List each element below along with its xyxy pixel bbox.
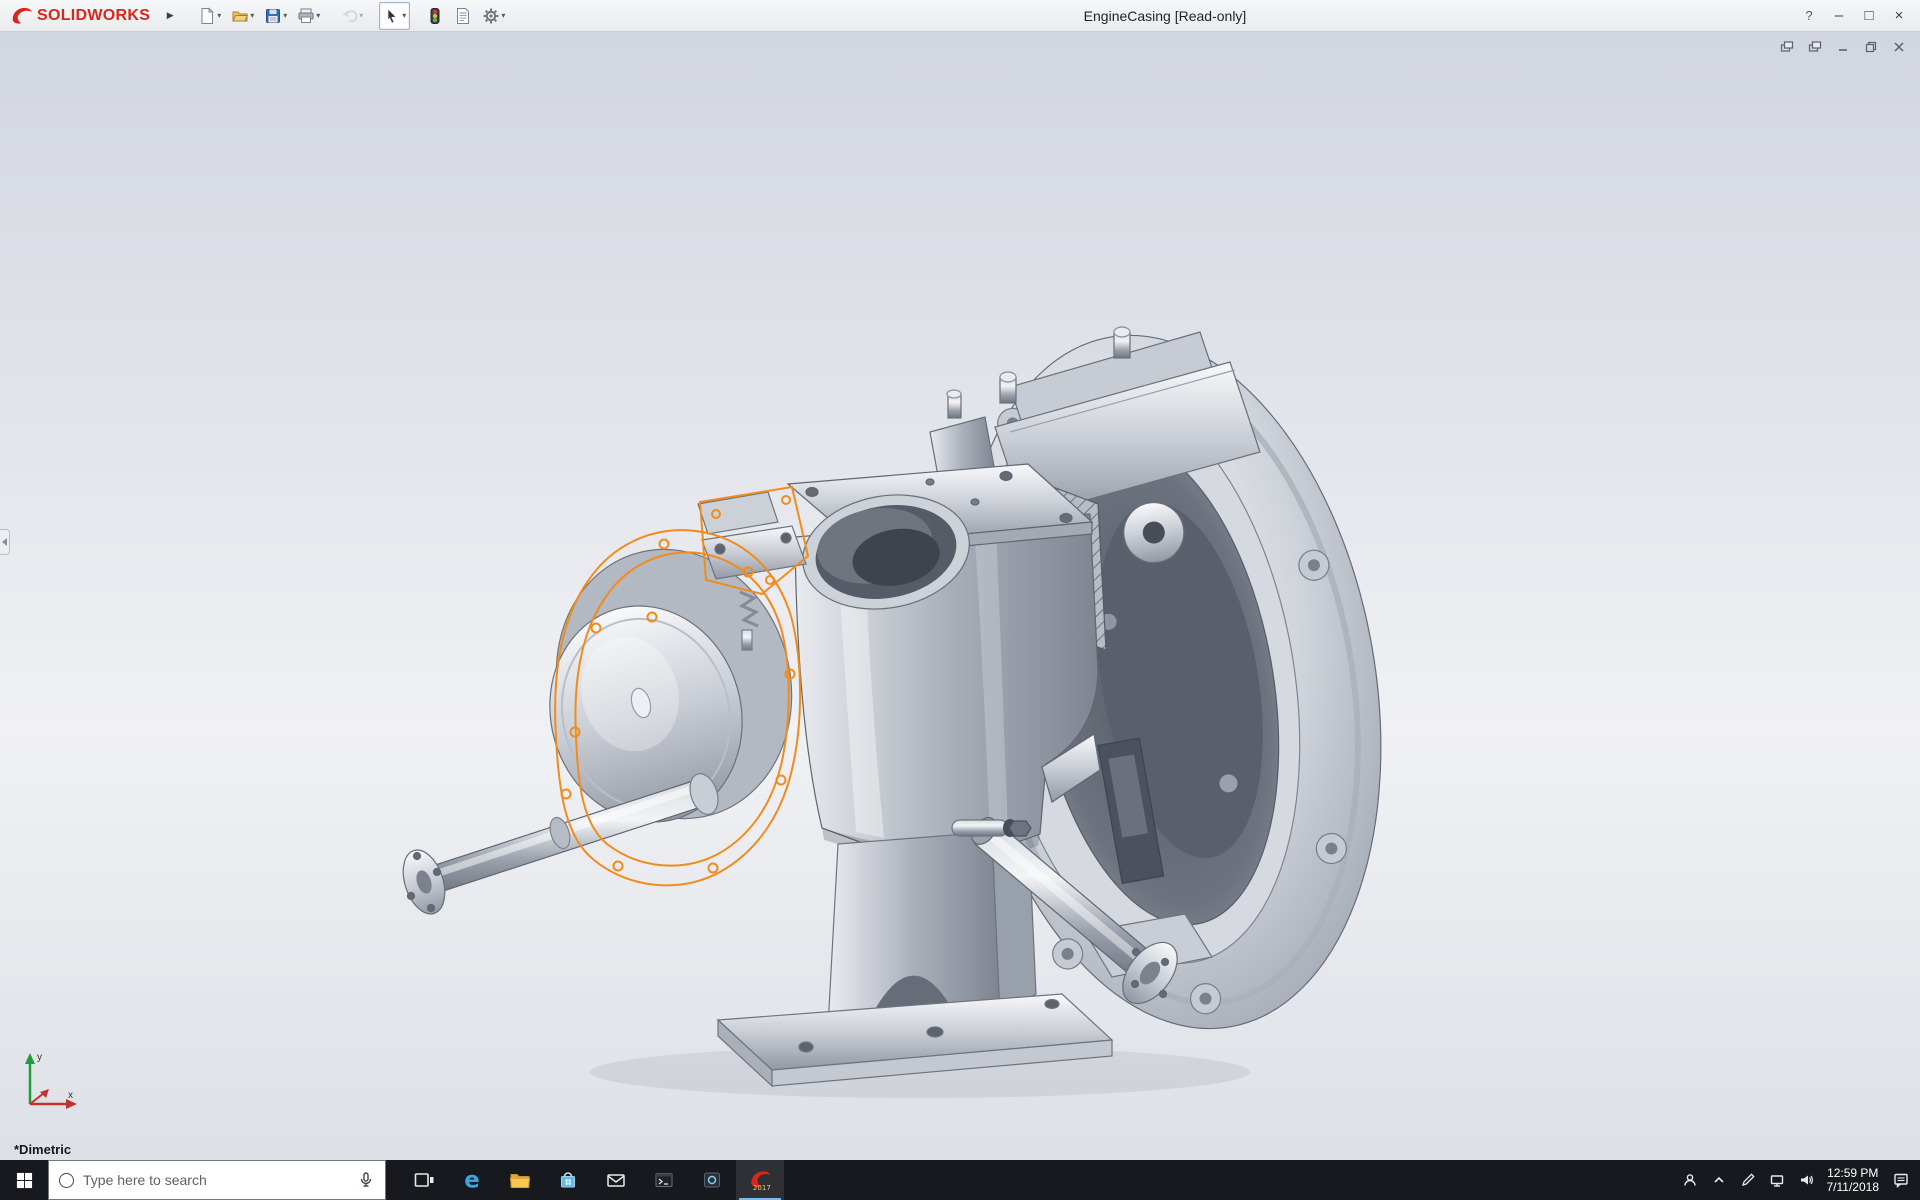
file-properties-icon <box>454 7 472 25</box>
rebuild-button[interactable] <box>422 2 448 30</box>
search-ring-icon <box>59 1173 74 1188</box>
rebuild-stoplight-icon <box>426 7 444 25</box>
dropdown-caret-icon[interactable]: ▾ <box>359 11 363 20</box>
file-explorer-button[interactable] <box>496 1160 544 1200</box>
store-icon <box>556 1168 580 1192</box>
save-icon <box>264 7 282 25</box>
start-button[interactable] <box>0 1160 48 1200</box>
microphone-icon[interactable] <box>357 1171 375 1189</box>
document-title: EngineCasing [Read-only] <box>1084 0 1247 32</box>
document-restore-icon[interactable] <box>1862 40 1880 54</box>
dropdown-caret-icon[interactable]: ▾ <box>402 11 406 20</box>
solidworks-logo: SOLIDWORKS <box>10 6 150 26</box>
help-button[interactable]: ? <box>1794 0 1824 31</box>
dropdown-caret-icon[interactable]: ▾ <box>217 11 221 20</box>
network-icon[interactable] <box>1769 1172 1785 1188</box>
dropdown-caret-icon[interactable]: ▾ <box>283 11 287 20</box>
console-icon <box>652 1168 676 1192</box>
title-bar: SOLIDWORKS ▶ ▾ ▾ ▾ <box>0 0 1920 32</box>
taskbar-clock[interactable]: 12:59 PM 7/11/2018 <box>1827 1166 1880 1194</box>
close-button[interactable]: × <box>1884 0 1914 31</box>
app-icon <box>700 1168 724 1192</box>
select-button[interactable]: ▾ <box>379 2 410 30</box>
engine-casing-model[interactable] <box>0 32 1920 1160</box>
system-tray: 12:59 PM 7/11/2018 <box>1682 1160 1920 1200</box>
volume-icon[interactable] <box>1798 1172 1814 1188</box>
windows-start-icon <box>16 1172 33 1189</box>
mail-icon <box>604 1168 628 1192</box>
chevron-up-icon[interactable] <box>1711 1172 1727 1188</box>
brand-name: SOLIDWORKS <box>37 7 150 25</box>
windows-taskbar: e <box>0 1160 1920 1200</box>
document-close-icon[interactable] <box>1890 40 1908 54</box>
solidworks-taskbar-button[interactable]: 2017 <box>736 1160 784 1200</box>
window-controls: ? – □ × <box>1794 0 1920 31</box>
maximize-button[interactable]: □ <box>1854 0 1884 31</box>
store-button[interactable] <box>544 1160 592 1200</box>
undo-icon <box>340 7 358 25</box>
options-gear-icon <box>482 7 500 25</box>
file-explorer-icon <box>508 1168 532 1192</box>
solidworks-icon: 2017 <box>747 1167 773 1193</box>
people-icon[interactable] <box>1682 1172 1698 1188</box>
select-arrow-icon <box>383 7 401 25</box>
triad-y-label: y <box>37 1052 42 1063</box>
save-button[interactable]: ▾ <box>260 2 291 30</box>
svg-text:2017: 2017 <box>753 1183 771 1192</box>
console-button[interactable] <box>640 1160 688 1200</box>
document-window-controls <box>1778 40 1908 54</box>
triad-x-label: x <box>68 1090 73 1101</box>
dropdown-caret-icon[interactable]: ▾ <box>316 11 320 20</box>
graphics-viewport[interactable]: y x *Dimetric <box>0 32 1920 1160</box>
new-document-button[interactable]: ▾ <box>194 2 225 30</box>
file-properties-button[interactable] <box>450 2 476 30</box>
edge-icon: e <box>459 1167 485 1193</box>
float-window-icon[interactable] <box>1806 40 1824 54</box>
edge-button[interactable]: e <box>448 1160 496 1200</box>
float-window-icon[interactable] <box>1778 40 1796 54</box>
open-button[interactable]: ▾ <box>227 2 258 30</box>
clock-time: 12:59 PM <box>1827 1166 1880 1180</box>
task-view-button[interactable] <box>400 1160 448 1200</box>
minimize-button[interactable]: – <box>1824 0 1854 31</box>
clock-date: 7/11/2018 <box>1827 1180 1880 1194</box>
solidworks-logo-icon <box>10 6 34 26</box>
options-button[interactable]: ▾ <box>478 2 509 30</box>
print-button[interactable]: ▾ <box>293 2 324 30</box>
undo-button[interactable]: ▾ <box>336 2 367 30</box>
task-view-icon <box>412 1168 436 1192</box>
taskbar-search[interactable] <box>48 1160 386 1200</box>
orientation-triad: y x <box>16 1046 88 1118</box>
menu-expand-arrow[interactable]: ▶ <box>162 10 178 21</box>
feature-manager-collapse-tab[interactable] <box>0 529 10 555</box>
dropdown-caret-icon[interactable]: ▾ <box>250 11 254 20</box>
pen-icon[interactable] <box>1740 1172 1756 1188</box>
view-orientation-label: *Dimetric <box>14 1142 71 1157</box>
app-button[interactable] <box>688 1160 736 1200</box>
pinned-apps: e <box>400 1160 784 1200</box>
main-toolbar: ▾ ▾ ▾ ▾ <box>194 2 509 30</box>
action-center-icon[interactable] <box>1892 1171 1910 1189</box>
dropdown-caret-icon[interactable]: ▾ <box>501 11 505 20</box>
print-icon <box>297 7 315 25</box>
svg-text:e: e <box>464 1168 479 1193</box>
new-document-icon <box>198 7 216 25</box>
search-input[interactable] <box>83 1172 348 1188</box>
mail-button[interactable] <box>592 1160 640 1200</box>
open-folder-icon <box>231 7 249 25</box>
cylinder-block-part[interactable] <box>788 464 1100 861</box>
document-minimize-icon[interactable] <box>1834 40 1852 54</box>
